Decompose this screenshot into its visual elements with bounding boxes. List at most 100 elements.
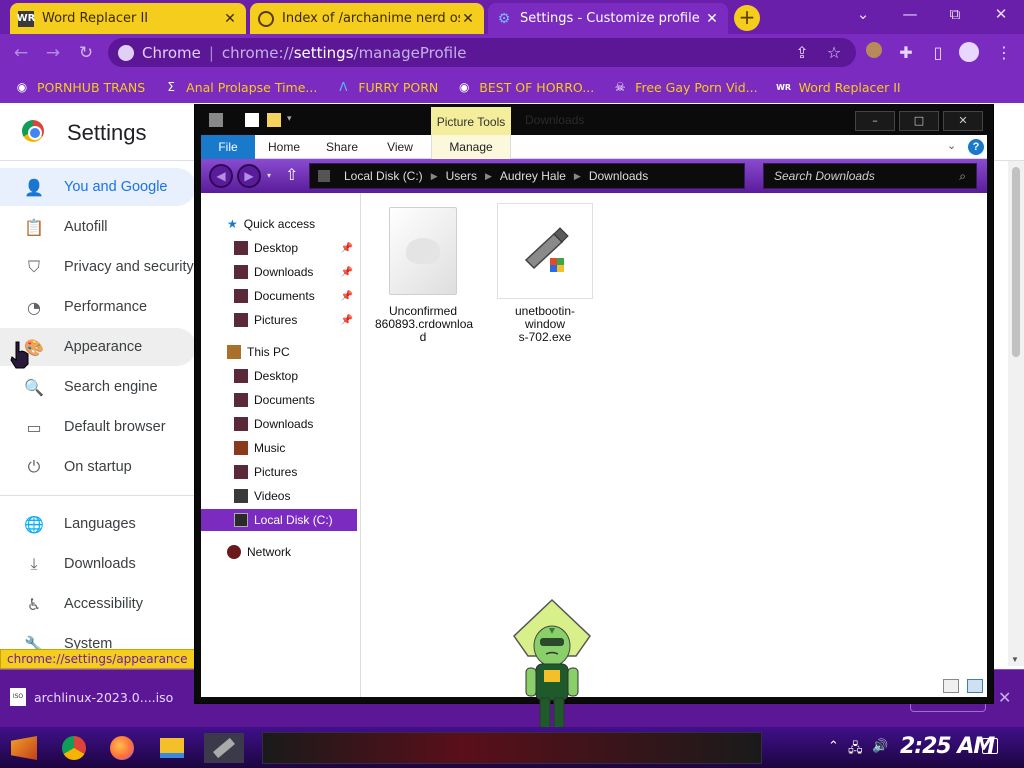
tab-word-replacer[interactable]: WR Word Replacer II ✕: [10, 3, 246, 34]
taskbar-unetbootin[interactable]: [204, 733, 244, 763]
tab-file[interactable]: File: [201, 135, 255, 159]
bookmark-item[interactable]: ◉ PORNHUB TRANS: [14, 79, 145, 95]
address-bar[interactable]: Chrome | chrome:// settings /manageProfi…: [108, 38, 856, 67]
explorer-forward-button[interactable]: ▶: [237, 164, 261, 188]
extensions-puzzle-icon[interactable]: ✚: [895, 42, 917, 64]
close-window-button[interactable]: ✕: [989, 5, 1013, 23]
forward-button[interactable]: →: [42, 42, 64, 64]
bookmark-item[interactable]: ☠ Free Gay Porn Vid...: [612, 79, 758, 95]
volume-icon[interactable]: 🔊: [872, 739, 888, 754]
nav-qa-downloads[interactable]: Downloads 📌: [201, 261, 357, 283]
explorer-maximize-button[interactable]: □: [899, 111, 939, 131]
bookmark-item[interactable]: Λ FURRY PORN: [335, 79, 438, 95]
sidebar-item-default-browser[interactable]: ▭ Default browser: [0, 408, 196, 446]
file-item[interactable]: Unconfirmed 860893.crdownloa d: [375, 203, 473, 344]
download-item[interactable]: ISO archlinux-2023.0....iso: [10, 688, 173, 706]
recent-locations-icon[interactable]: ▾: [267, 171, 271, 180]
taskbar-chrome[interactable]: [58, 733, 90, 763]
nav-pc-pictures[interactable]: Pictures: [201, 461, 357, 483]
bookmark-star-icon[interactable]: ☆: [823, 42, 845, 64]
settings-scrollbar[interactable]: [1008, 161, 1024, 666]
close-tab-icon[interactable]: ✕: [704, 11, 720, 27]
nav-quick-access[interactable]: ★ Quick access: [201, 213, 357, 235]
breadcrumb-chevron-icon[interactable]: ▶: [574, 171, 581, 182]
pin-icon[interactable]: 📌: [341, 267, 353, 278]
search-icon[interactable]: ⌕: [959, 164, 966, 188]
close-download-shelf-icon[interactable]: ✕: [998, 688, 1011, 707]
extension-avatar-icon[interactable]: [863, 42, 885, 64]
breadcrumb[interactable]: Local Disk (C:) ▶ Users ▶ Audrey Hale ▶ …: [309, 163, 745, 189]
nav-pc-downloads[interactable]: Downloads: [201, 413, 357, 435]
pin-icon[interactable]: 📌: [341, 243, 353, 254]
breadcrumb-item[interactable]: Downloads: [589, 169, 648, 183]
taskbar-file-explorer[interactable]: [156, 733, 188, 763]
tab-index-archanime[interactable]: Index of /archanime nerd os/Į ✕: [250, 3, 484, 34]
breadcrumb-item[interactable]: Audrey Hale: [500, 169, 566, 183]
sidebar-item-search-engine[interactable]: 🔍 Search engine: [0, 368, 196, 406]
bookmark-item[interactable]: ◉ BEST OF HORRO...: [456, 79, 594, 95]
scrollbar-thumb[interactable]: [1012, 167, 1020, 357]
network-status-icon[interactable]: 🖧: [848, 739, 863, 761]
nav-pc-music[interactable]: Music: [201, 437, 357, 459]
new-folder-icon[interactable]: [267, 113, 281, 127]
large-icons-view-icon[interactable]: [967, 679, 983, 693]
sidebar-item-downloads[interactable]: ⤓ Downloads: [0, 545, 196, 583]
breadcrumb-item[interactable]: Local Disk (C:): [344, 169, 423, 183]
chrome-menu-icon[interactable]: ⋮: [993, 42, 1015, 64]
sidebar-item-languages[interactable]: 🌐 Languages: [0, 505, 196, 543]
tab-share[interactable]: Share: [317, 135, 367, 159]
sidebar-item-on-startup[interactable]: ⏻ On startup: [0, 448, 196, 486]
tab-home[interactable]: Home: [259, 135, 309, 159]
explorer-close-button[interactable]: ✕: [943, 111, 983, 131]
taskbar-firefox[interactable]: [106, 733, 138, 763]
sidebar-item-you-and-google[interactable]: 👤 You and Google: [0, 168, 196, 206]
show-hidden-icons-icon[interactable]: ⌃: [828, 739, 839, 754]
breadcrumb-item[interactable]: Users: [446, 169, 477, 183]
explorer-minimize-button[interactable]: –: [855, 111, 895, 131]
back-button[interactable]: ←: [10, 42, 32, 64]
breadcrumb-chevron-icon[interactable]: ▶: [485, 171, 492, 182]
up-folder-icon[interactable]: ⇧: [285, 165, 298, 184]
nav-pc-local-disk[interactable]: Local Disk (C:): [201, 509, 357, 531]
share-icon[interactable]: ⇪: [791, 42, 813, 64]
sidebar-item-privacy[interactable]: ⛉ Privacy and security: [0, 248, 196, 286]
taskbar-clock[interactable]: 2:25 AM: [900, 734, 995, 759]
profile-avatar-icon[interactable]: [958, 42, 980, 64]
side-panel-icon[interactable]: ▯: [927, 42, 949, 64]
new-tab-button[interactable]: +: [734, 5, 760, 31]
search-input[interactable]: Search Downloads ⌕: [763, 163, 977, 189]
bookmark-item[interactable]: Σ Anal Prolapse Time...: [163, 79, 317, 95]
nav-pc-videos[interactable]: Videos: [201, 485, 357, 507]
explorer-back-button[interactable]: ◀: [209, 164, 233, 188]
maximize-button[interactable]: ⧉: [943, 5, 967, 23]
nav-network[interactable]: Network: [201, 541, 357, 563]
reload-button[interactable]: ↻: [75, 42, 97, 64]
pin-icon[interactable]: 📌: [341, 291, 353, 302]
sidebar-item-autofill[interactable]: 📋 Autofill: [0, 208, 196, 246]
nav-qa-documents[interactable]: Documents 📌: [201, 285, 357, 307]
tab-search-icon[interactable]: ⌄: [851, 5, 875, 23]
details-view-icon[interactable]: [943, 679, 959, 693]
breadcrumb-chevron-icon[interactable]: ▶: [431, 171, 438, 182]
file-item[interactable]: unetbootin-window s-702.exe: [497, 203, 593, 344]
minimize-button[interactable]: —: [898, 5, 922, 23]
sidebar-item-accessibility[interactable]: ♿ Accessibility: [0, 585, 196, 623]
start-button[interactable]: [8, 733, 40, 763]
pin-icon[interactable]: 📌: [341, 315, 353, 326]
tab-manage[interactable]: Manage: [431, 135, 511, 159]
nav-qa-desktop[interactable]: Desktop 📌: [201, 237, 357, 259]
tab-view[interactable]: View: [375, 135, 425, 159]
bookmark-item[interactable]: WR Word Replacer II: [776, 79, 901, 95]
sidebar-item-performance[interactable]: ◔ Performance: [0, 288, 196, 326]
notifications-icon[interactable]: [982, 738, 998, 754]
nav-this-pc[interactable]: This PC: [201, 341, 357, 363]
customize-qat-icon[interactable]: ▾: [287, 113, 292, 124]
nav-pc-documents[interactable]: Documents: [201, 389, 357, 411]
help-icon[interactable]: ?: [968, 139, 984, 155]
properties-icon[interactable]: [245, 113, 259, 127]
expand-ribbon-icon[interactable]: ⌄: [947, 139, 956, 152]
close-tab-icon[interactable]: ✕: [222, 11, 238, 27]
scroll-down-arrow-icon[interactable]: ▼: [1011, 655, 1019, 664]
close-tab-icon[interactable]: ✕: [460, 11, 476, 27]
nav-qa-pictures[interactable]: Pictures 📌: [201, 309, 357, 331]
